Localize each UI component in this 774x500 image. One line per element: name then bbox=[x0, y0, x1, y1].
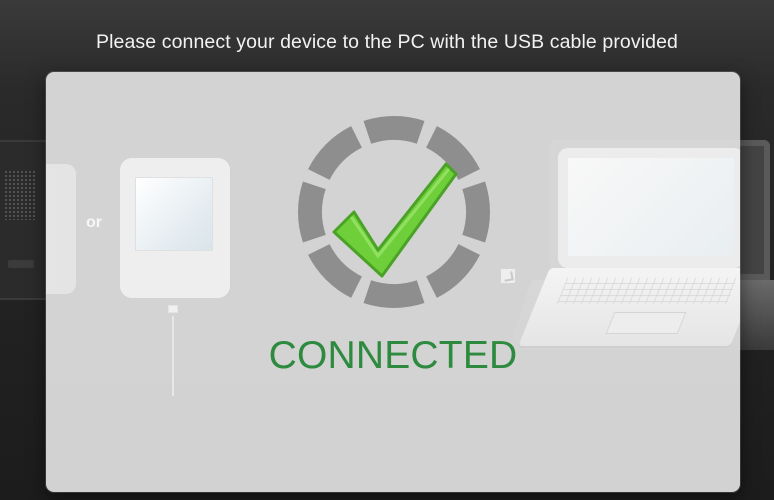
instruction-text: Please connect your device to the PC wit… bbox=[96, 31, 678, 53]
ring-segment bbox=[308, 244, 362, 298]
ring-segment bbox=[308, 126, 362, 180]
ring-segment bbox=[363, 116, 425, 144]
ring-segment bbox=[426, 244, 480, 298]
ring-segment bbox=[462, 181, 490, 243]
laptop-display-icon bbox=[568, 158, 734, 256]
status-overlay: or CONNECTED bbox=[46, 72, 740, 492]
connection-status-text: CONNECTED bbox=[268, 334, 518, 377]
connection-screen: Please connect your device to the PC wit… bbox=[0, 0, 774, 500]
keyboard-icon bbox=[556, 278, 738, 304]
touchpad-icon bbox=[605, 312, 687, 334]
usb-plug-icon bbox=[169, 306, 177, 312]
ring-segment bbox=[298, 181, 326, 243]
speaker-grille-icon bbox=[4, 170, 36, 220]
ring-segments bbox=[298, 116, 490, 308]
progress-ring-icon bbox=[298, 116, 490, 308]
or-label: or bbox=[86, 214, 102, 231]
ring-segment bbox=[363, 280, 425, 308]
phone-screen-icon bbox=[136, 178, 212, 250]
device-edge-illustration bbox=[46, 164, 76, 294]
phone-illustration bbox=[120, 158, 230, 298]
device-slot-icon bbox=[8, 260, 34, 268]
